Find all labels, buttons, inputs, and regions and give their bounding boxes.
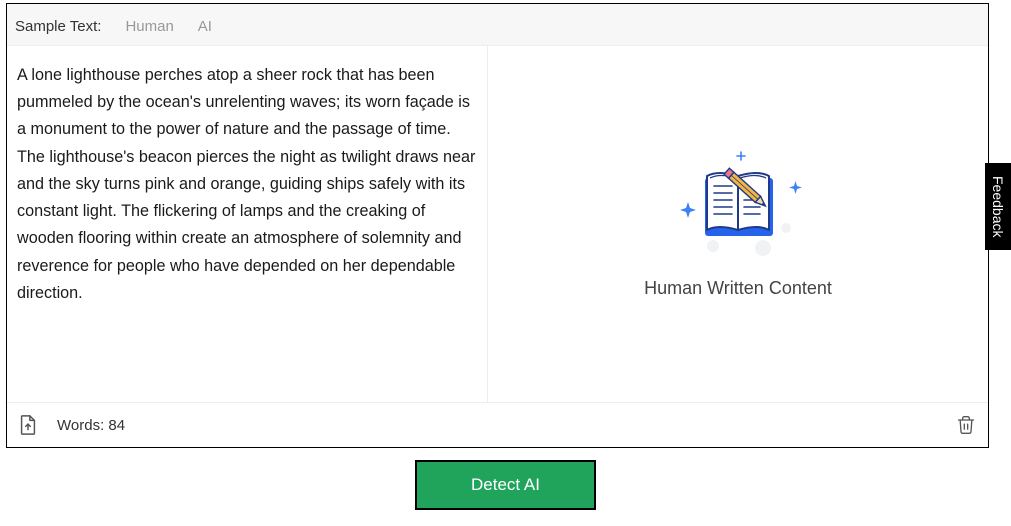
sample-text-content: A lone lighthouse perches atop a sheer r… bbox=[17, 62, 477, 307]
detect-ai-button[interactable]: Detect AI bbox=[415, 460, 596, 510]
footer-bar: Words: 84 bbox=[7, 402, 988, 447]
tabs-bar: Sample Text: Human AI bbox=[7, 4, 988, 46]
word-count: Words: 84 bbox=[57, 417, 125, 434]
book-illustration bbox=[658, 150, 818, 260]
text-panel[interactable]: A lone lighthouse perches atop a sheer r… bbox=[7, 46, 488, 402]
footer-left: Words: 84 bbox=[17, 414, 125, 436]
upload-icon[interactable] bbox=[17, 414, 39, 436]
main-container: Sample Text: Human AI A lone lighthouse … bbox=[6, 3, 989, 448]
sample-text-label: Sample Text: bbox=[15, 18, 101, 35]
trash-icon[interactable] bbox=[956, 415, 976, 435]
content-area: A lone lighthouse perches atop a sheer r… bbox=[7, 46, 988, 402]
feedback-tab[interactable]: Feedback bbox=[985, 163, 1011, 250]
result-panel: Human Written Content bbox=[488, 46, 988, 402]
result-caption: Human Written Content bbox=[644, 278, 832, 299]
tab-human[interactable]: Human bbox=[125, 18, 173, 35]
tab-ai[interactable]: AI bbox=[198, 18, 212, 35]
